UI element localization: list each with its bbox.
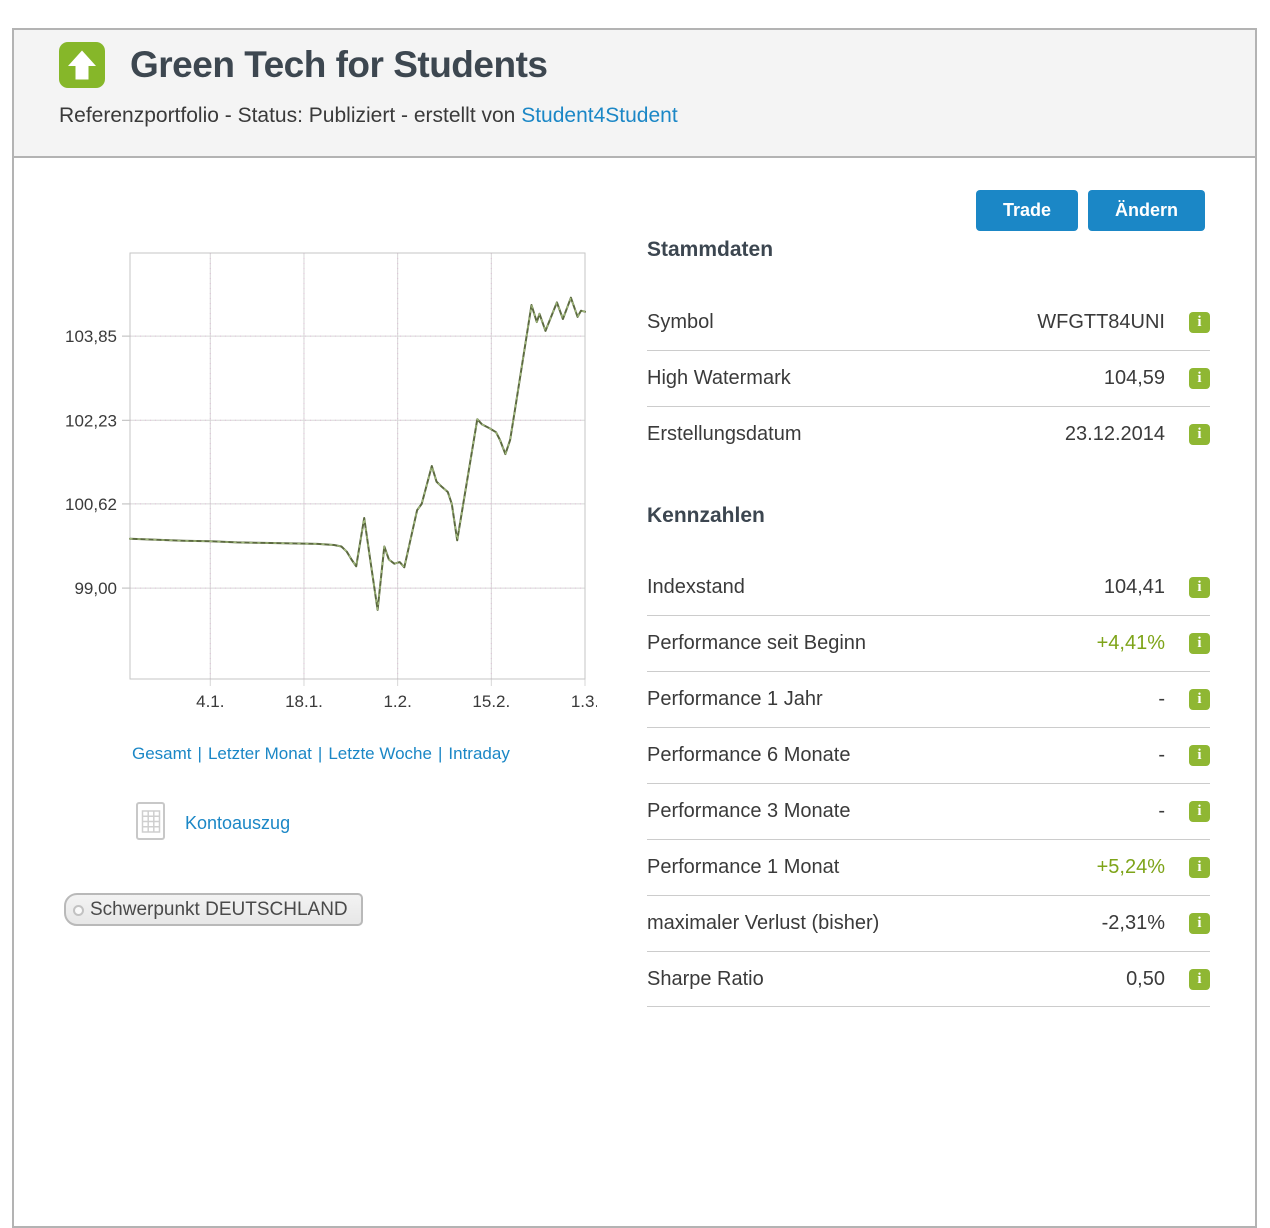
svg-text:102,23: 102,23 bbox=[65, 411, 117, 430]
info-icon[interactable]: i bbox=[1189, 689, 1210, 710]
stat-label: Sharpe Ratio bbox=[647, 968, 764, 991]
trade-button[interactable]: Trade bbox=[976, 190, 1078, 231]
stat-label: Indexstand bbox=[647, 576, 745, 599]
stat-value: 0,50 bbox=[1126, 968, 1165, 991]
stat-value: - bbox=[1158, 800, 1165, 823]
info-icon[interactable]: i bbox=[1189, 857, 1210, 878]
kennzahlen-section: Kennzahlen Indexstand104,41iPerformance … bbox=[647, 504, 1210, 1007]
statement-document-icon bbox=[134, 801, 168, 846]
stat-label: Performance seit Beginn bbox=[647, 632, 866, 655]
stat-label: High Watermark bbox=[647, 367, 791, 390]
stat-label: Symbol bbox=[647, 311, 714, 334]
stat-row: Sharpe Ratio 0,50 i bbox=[647, 951, 1210, 1007]
info-icon[interactable]: i bbox=[1189, 577, 1210, 598]
stammdaten-rows: SymbolWFGTT84UNIiHigh Watermark104,59iEr… bbox=[647, 294, 1210, 462]
stat-value: - bbox=[1158, 744, 1165, 767]
creator-link[interactable]: Student4Student bbox=[521, 104, 677, 127]
stat-value: +5,24% bbox=[1097, 856, 1165, 879]
svg-text:15.2.: 15.2. bbox=[472, 692, 510, 711]
svg-text:4.1.: 4.1. bbox=[196, 692, 224, 711]
stat-value: WFGTT84UNI bbox=[1037, 311, 1165, 334]
stat-label: Performance 1 Monat bbox=[647, 856, 839, 879]
chart-period-nav: Gesamt | Letzter Monat | Letzte Woche | Intrad… bbox=[130, 744, 512, 764]
svg-text:103,85: 103,85 bbox=[65, 327, 117, 346]
stat-value: +4,41% bbox=[1097, 632, 1165, 655]
info-icon[interactable]: i bbox=[1189, 312, 1210, 333]
stat-row: Performance 1 Monat +5,24% i bbox=[647, 839, 1210, 895]
stat-row: Symbol WFGTT84UNI i bbox=[647, 294, 1210, 350]
info-icon[interactable]: i bbox=[1189, 969, 1210, 990]
kennzahlen-rows: Indexstand104,41iPerformance seit Beginn… bbox=[647, 559, 1210, 1007]
period-link-gesamt[interactable]: Gesamt bbox=[132, 744, 192, 763]
svg-text:1.3.: 1.3. bbox=[571, 692, 597, 711]
kennzahlen-heading: Kennzahlen bbox=[647, 504, 1210, 528]
stat-value: 104,59 bbox=[1104, 367, 1165, 390]
title-row: Green Tech for Students bbox=[59, 42, 1255, 88]
stat-label: Performance 6 Monate bbox=[647, 744, 850, 767]
period-link-letzte-woche[interactable]: Letzte Woche bbox=[328, 744, 432, 763]
period-link-intraday[interactable]: Intraday bbox=[448, 744, 509, 763]
stat-label: Performance 1 Jahr bbox=[647, 688, 823, 711]
separator: | bbox=[318, 744, 322, 763]
stat-value: - bbox=[1158, 688, 1165, 711]
performance-chart: 103,85 102,23 100,62 99,00 4.1. 18.1. 1.2. 15.2… bbox=[52, 247, 597, 720]
stat-label: Performance 3 Monate bbox=[647, 800, 850, 823]
portfolio-card: Green Tech for Students Referenzportfoli… bbox=[12, 28, 1257, 1228]
stat-row: Performance 6 Monate - i bbox=[647, 727, 1210, 783]
info-icon[interactable]: i bbox=[1189, 801, 1210, 822]
svg-text:100,62: 100,62 bbox=[65, 495, 117, 514]
portfolio-subtitle: Referenzportfolio - Status: Publiziert -… bbox=[59, 104, 1255, 128]
info-icon[interactable]: i bbox=[1189, 913, 1210, 934]
separator: | bbox=[198, 744, 202, 763]
stat-label: Erstellungsdatum bbox=[647, 423, 802, 446]
stat-row: Indexstand 104,41 i bbox=[647, 559, 1210, 615]
portfolio-content: Trade Ändern 103,85 102,23 100,62 99,00 4.1.… bbox=[14, 158, 1255, 1218]
svg-text:1.2.: 1.2. bbox=[383, 692, 411, 711]
wikifolio-up-arrow-icon bbox=[59, 42, 105, 88]
kontoauszug-label[interactable]: Kontoauszug bbox=[185, 813, 290, 834]
info-icon[interactable]: i bbox=[1189, 633, 1210, 654]
kontoauszug-link[interactable]: Kontoauszug bbox=[134, 801, 290, 846]
action-buttons: Trade Ändern bbox=[976, 190, 1205, 231]
stat-row: Performance seit Beginn +4,41% i bbox=[647, 615, 1210, 671]
stat-row: Performance 3 Monate - i bbox=[647, 783, 1210, 839]
info-icon[interactable]: i bbox=[1189, 424, 1210, 445]
stat-row: High Watermark 104,59 i bbox=[647, 350, 1210, 406]
separator: | bbox=[438, 744, 442, 763]
stat-label: maximaler Verlust (bisher) bbox=[647, 912, 879, 935]
stat-value: 104,41 bbox=[1104, 576, 1165, 599]
stat-row: Erstellungsdatum 23.12.2014 i bbox=[647, 406, 1210, 462]
stammdaten-section: Stammdaten SymbolWFGTT84UNIiHigh Waterma… bbox=[647, 238, 1210, 462]
svg-text:18.1.: 18.1. bbox=[285, 692, 323, 711]
aendern-button[interactable]: Ändern bbox=[1088, 190, 1205, 231]
stat-row: Performance 1 Jahr - i bbox=[647, 671, 1210, 727]
portfolio-header: Green Tech for Students Referenzportfoli… bbox=[14, 30, 1255, 158]
stat-value: 23.12.2014 bbox=[1065, 423, 1165, 446]
tag-label: Schwerpunkt DEUTSCHLAND bbox=[90, 899, 348, 921]
subtitle-text: Referenzportfolio - Status: Publiziert -… bbox=[59, 104, 521, 127]
stat-value: -2,31% bbox=[1102, 912, 1165, 935]
tag-schwerpunkt-deutschland[interactable]: Schwerpunkt DEUTSCHLAND bbox=[64, 893, 363, 926]
performance-chart-svg: 103,85 102,23 100,62 99,00 4.1. 18.1. 1.2. 15.2… bbox=[52, 247, 597, 715]
stammdaten-heading: Stammdaten bbox=[647, 238, 1210, 262]
stat-row: maximaler Verlust (bisher) -2,31% i bbox=[647, 895, 1210, 951]
info-icon[interactable]: i bbox=[1189, 745, 1210, 766]
stats-panel: Stammdaten SymbolWFGTT84UNIiHigh Waterma… bbox=[647, 238, 1210, 1007]
info-icon[interactable]: i bbox=[1189, 368, 1210, 389]
svg-text:99,00: 99,00 bbox=[74, 579, 117, 598]
page-title: Green Tech for Students bbox=[130, 44, 548, 86]
period-link-letzter-monat[interactable]: Letzter Monat bbox=[208, 744, 312, 763]
